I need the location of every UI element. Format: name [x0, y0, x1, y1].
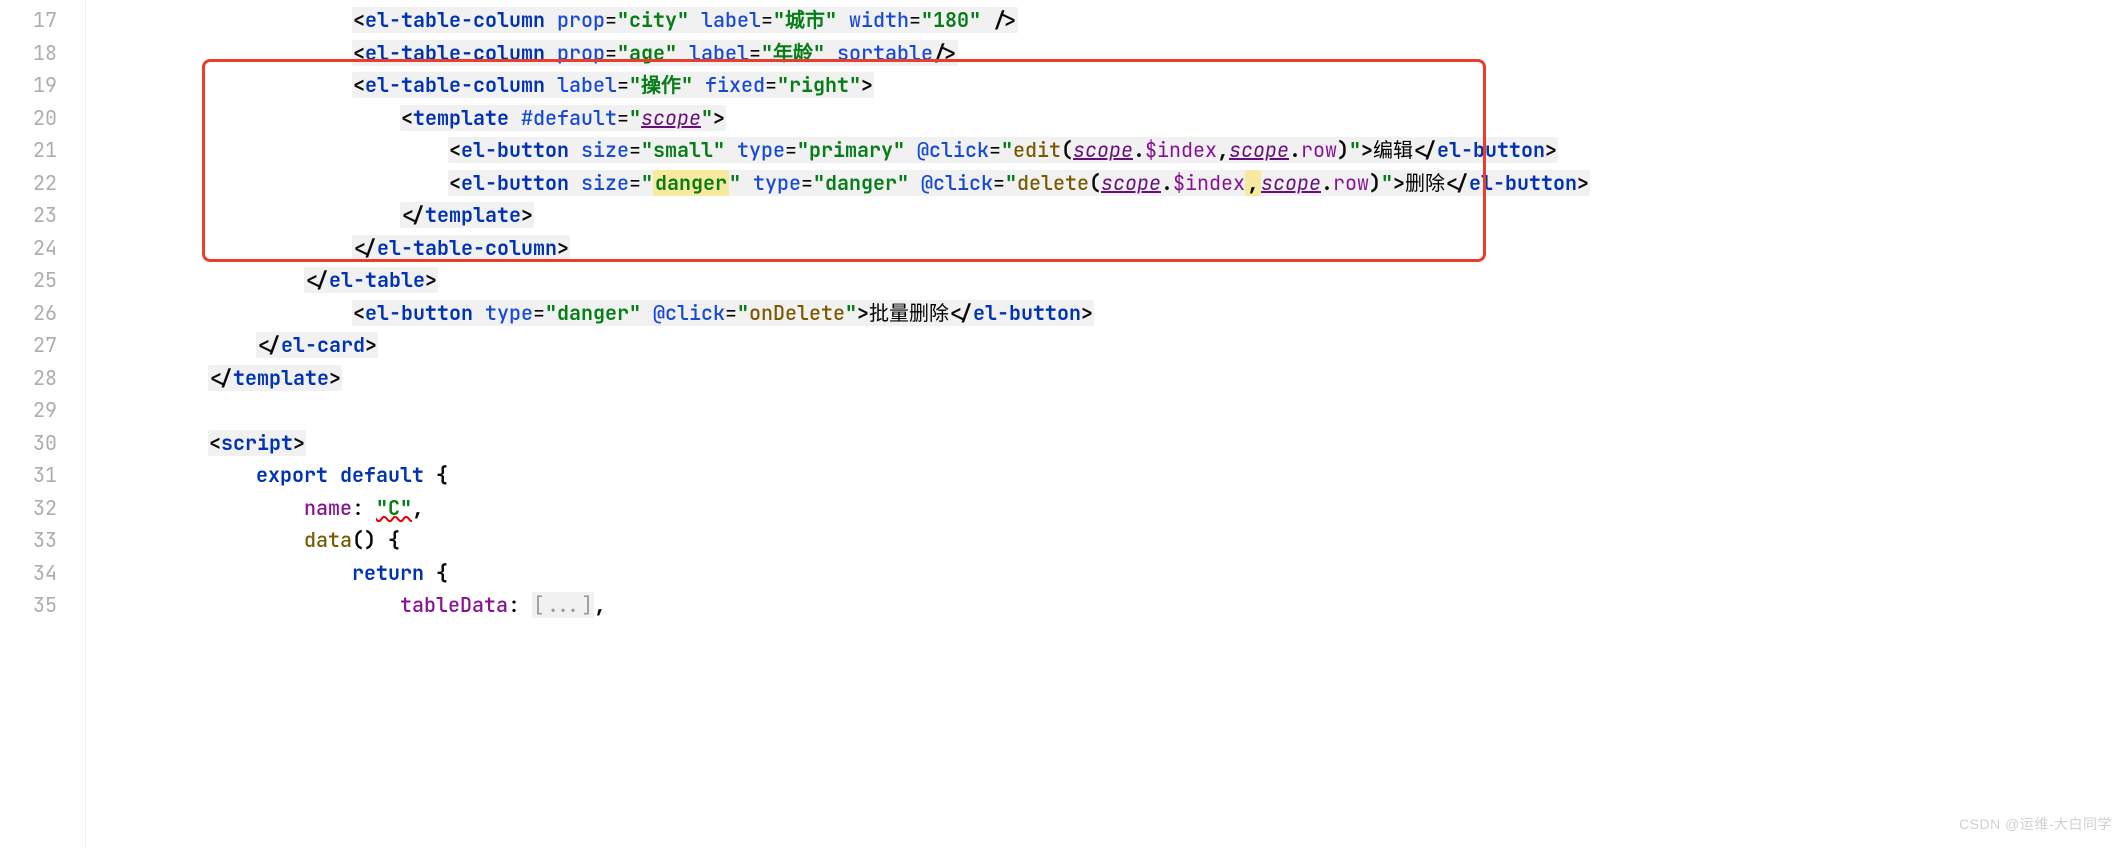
- line-number: 18: [0, 37, 57, 70]
- line-number: 23: [0, 199, 57, 232]
- line-number: 30: [0, 427, 57, 460]
- line-number: 34: [0, 557, 57, 590]
- line-number: 26: [0, 297, 57, 330]
- line-number: 24: [0, 232, 57, 265]
- line-number: 28: [0, 362, 57, 395]
- line-number: 27: [0, 329, 57, 362]
- line-number: 29: [0, 394, 57, 427]
- line-number: 35: [0, 589, 57, 622]
- line-number: 21: [0, 134, 57, 167]
- code-editor[interactable]: 17 18 19 20 21 22 23 24 25 26 27 28 29 3…: [0, 0, 2124, 848]
- line-number: 31: [0, 459, 57, 492]
- line-number: 25: [0, 264, 57, 297]
- line-gutter: 17 18 19 20 21 22 23 24 25 26 27 28 29 3…: [0, 0, 86, 848]
- line-number: 17: [0, 4, 57, 37]
- line-number: 19: [0, 69, 57, 102]
- watermark-text: CSDN @运维-大白同学: [1959, 808, 2112, 841]
- line-number: 32: [0, 492, 57, 525]
- line-number: 33: [0, 524, 57, 557]
- line-number: 20: [0, 102, 57, 135]
- code-text-area[interactable]: <el-table-column prop="city" label="城市" …: [86, 0, 2124, 848]
- line-number: 22: [0, 167, 57, 200]
